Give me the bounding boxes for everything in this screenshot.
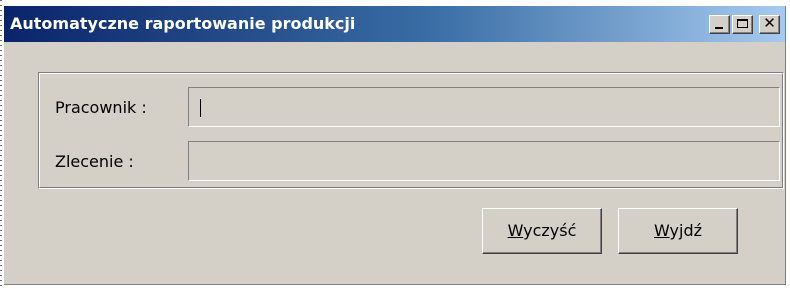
zlecenie-label: Zlecenie :: [55, 152, 134, 171]
exit-button[interactable]: Wyjdź: [618, 208, 738, 254]
group-inner-frame: Pracownik : Zlecenie :: [39, 73, 783, 188]
desktop-edge-dots: [0, 0, 2, 289]
minimize-button[interactable]: [709, 15, 730, 34]
minimize-icon: [715, 27, 723, 29]
clear-button[interactable]: Wyczyść: [482, 208, 602, 254]
text-caret: [200, 99, 201, 117]
close-icon: ✕: [763, 14, 776, 32]
maximize-icon: [737, 19, 748, 28]
pracownik-input[interactable]: [188, 87, 780, 127]
clear-button-mnemonic: W: [507, 221, 524, 240]
input-group-box: Pracownik : Zlecenie :: [38, 72, 784, 189]
clear-button-label: yczyść: [523, 221, 577, 240]
dialog-window: Automatyczne raportowanie produkcji ✕ Pr…: [4, 6, 786, 285]
exit-button-mnemonic: W: [653, 221, 670, 240]
zlecenie-input[interactable]: [188, 141, 780, 181]
close-button[interactable]: ✕: [759, 15, 780, 34]
exit-button-label: yjdź: [669, 221, 702, 240]
maximize-button[interactable]: [732, 15, 753, 34]
title-bar[interactable]: Automatyczne raportowanie produkcji ✕: [4, 6, 785, 42]
pracownik-label: Pracownik :: [55, 98, 147, 117]
window-title: Automatyczne raportowanie produkcji: [10, 14, 356, 33]
